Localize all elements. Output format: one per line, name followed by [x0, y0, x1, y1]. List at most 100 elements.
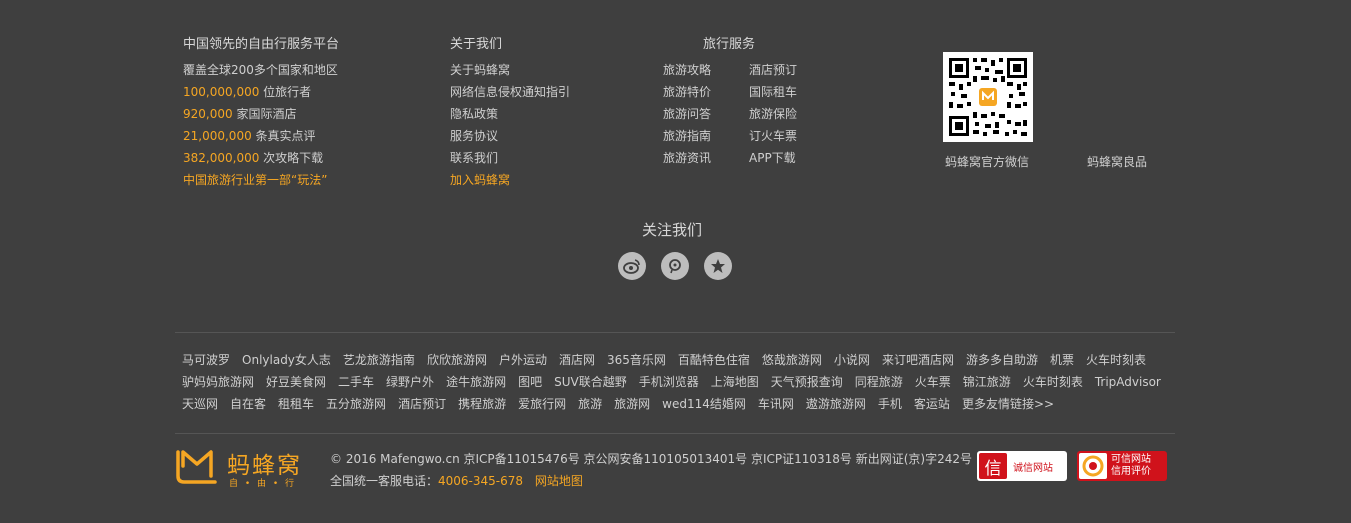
divider: [175, 433, 1175, 434]
friend-link[interactable]: 户外运动: [499, 353, 547, 367]
friend-link[interactable]: 客运站: [914, 397, 950, 411]
friend-link[interactable]: 遨游旅游网: [806, 397, 866, 411]
stat-label: 位旅行者: [259, 85, 312, 99]
friend-link[interactable]: 酒店网: [559, 353, 595, 367]
friend-link[interactable]: wed114结婚网: [662, 397, 746, 411]
stat-number: 21,000,000: [183, 129, 252, 143]
mafengwo-logo[interactable]: 蚂蜂窝 自 • 由 • 行: [175, 446, 320, 489]
friend-link[interactable]: 图吧: [518, 375, 542, 389]
friend-link[interactable]: 锦江旅游: [963, 375, 1011, 389]
brand-tagline: 自 • 由 • 行: [229, 479, 297, 489]
gameplay-link[interactable]: 中国旅游行业第一部“玩法”: [183, 169, 338, 191]
kexin-line1: 可信网站: [1111, 454, 1151, 465]
friend-link[interactable]: 绿野户外: [386, 375, 434, 389]
friend-link[interactable]: 艺龙旅游指南: [343, 353, 415, 367]
copyright-text: © 2016 Mafengwo.cn 京ICP备11015476号 京公网安备1…: [330, 452, 973, 466]
brand-name: 蚂蜂窝: [227, 453, 302, 479]
friend-link[interactable]: 携程旅游: [458, 397, 506, 411]
friend-link[interactable]: SUV联合越野: [554, 375, 627, 389]
friend-link[interactable]: 来订吧酒店网: [882, 353, 954, 367]
friend-link[interactable]: 火车票: [915, 375, 951, 389]
friend-links-row: 马可波罗 Onlylady女人志 艺龙旅游指南 欣欣旅游网 户外运动 酒店网 365音乐网百…: [182, 349, 1172, 371]
stats-list: 覆盖全球200多个国家和地区 100,000,000 位旅行者 920,000 …: [183, 59, 338, 191]
about-mafengwo-link[interactable]: 关于蚂蜂窝: [450, 59, 570, 81]
service-agreement-link[interactable]: 服务协议: [450, 125, 570, 147]
friend-link[interactable]: 悠哉旅游网: [762, 353, 822, 367]
friend-links: 马可波罗 Onlylady女人志 艺龙旅游指南 欣欣旅游网 户外运动 酒店网 365音乐网百…: [182, 349, 1172, 415]
friend-link[interactable]: 火车时刻表: [1086, 353, 1146, 367]
hotel-booking-link[interactable]: 酒店预订: [749, 59, 829, 81]
friend-link[interactable]: 手机浏览器: [639, 375, 699, 389]
sitemap-link[interactable]: 网站地图: [535, 474, 583, 488]
services-links: 旅游攻略 酒店预订 旅游特价 国际租车 旅游问答 旅游保险 旅游指南 订火车票 …: [663, 59, 829, 169]
services-title: 旅行服务: [703, 37, 756, 52]
friend-link[interactable]: 二手车: [338, 375, 374, 389]
friend-link[interactable]: 五分旅游网: [326, 397, 386, 411]
friend-link[interactable]: 机票: [1050, 353, 1074, 367]
friend-link[interactable]: 好豆美食网: [266, 375, 326, 389]
friend-link[interactable]: 驴妈妈旅游网: [182, 375, 254, 389]
friend-link[interactable]: 天巡网: [182, 397, 218, 411]
weibo-icon[interactable]: [618, 252, 646, 280]
stat-number: 100,000,000: [183, 85, 260, 99]
friend-link[interactable]: 旅游: [578, 397, 602, 411]
friend-link[interactable]: 365音乐网: [607, 353, 666, 367]
stat-number: 382,000,000: [183, 151, 260, 165]
friend-link[interactable]: 自在客: [230, 397, 266, 411]
divider: [175, 332, 1175, 333]
friend-link[interactable]: 百酷特色住宿: [678, 353, 750, 367]
friend-link[interactable]: 更多友情链接>>: [962, 397, 1054, 411]
friend-link[interactable]: TripAdvisor: [1095, 375, 1161, 389]
friend-link[interactable]: 上海地图: [711, 375, 759, 389]
travel-deals-link[interactable]: 旅游特价: [663, 81, 749, 103]
stat-hotels: 920,000 家国际酒店: [183, 103, 338, 125]
stat-travelers: 100,000,000 位旅行者: [183, 81, 338, 103]
travel-guide-link[interactable]: 旅游攻略: [663, 59, 749, 81]
wechat-qr-code: [943, 52, 1033, 142]
friend-link[interactable]: 爱旅行网: [518, 397, 566, 411]
stat-label: 家国际酒店: [232, 107, 297, 121]
chengxin-badge[interactable]: 信 诚信网站: [977, 451, 1067, 481]
shop-link[interactable]: 蚂蜂窝良品: [1087, 153, 1147, 170]
join-us-link[interactable]: 加入蚂蜂窝: [450, 169, 570, 191]
infringement-notice-link[interactable]: 网络信息侵权通知指引: [450, 81, 570, 103]
friend-link[interactable]: Onlylady女人志: [242, 353, 331, 367]
friend-link[interactable]: 途牛旅游网: [446, 375, 506, 389]
qr-code-icon: [943, 52, 1033, 142]
friend-link[interactable]: 游多多自助游: [966, 353, 1038, 367]
friend-link[interactable]: 天气预报查询: [771, 375, 843, 389]
friend-link[interactable]: 小说网: [834, 353, 870, 367]
friend-link[interactable]: 火车时刻表: [1023, 375, 1083, 389]
privacy-policy-link[interactable]: 隐私政策: [450, 103, 570, 125]
logo-icon: [176, 450, 217, 484]
travel-qa-link[interactable]: 旅游问答: [663, 103, 749, 125]
friend-link[interactable]: 马可波罗: [182, 353, 230, 367]
hotline-line: 全国统一客服电话：4006-345-678 网站地图: [330, 472, 583, 489]
star-icon[interactable]: [704, 252, 732, 280]
travel-insurance-link[interactable]: 旅游保险: [749, 103, 829, 125]
qq-icon[interactable]: [661, 252, 689, 280]
stat-downloads: 382,000,000 次攻略下载: [183, 147, 338, 169]
friend-link[interactable]: 欣欣旅游网: [427, 353, 487, 367]
platform-title: 中国领先的自由行服务平台: [183, 37, 340, 52]
friend-link[interactable]: 旅游网: [614, 397, 650, 411]
friend-link[interactable]: 租租车: [278, 397, 314, 411]
friend-link[interactable]: 同程旅游: [855, 375, 903, 389]
car-rental-link[interactable]: 国际租车: [749, 81, 829, 103]
friend-link[interactable]: 酒店预订: [398, 397, 446, 411]
stat-label: 条真实点评: [251, 129, 316, 143]
contact-us-link[interactable]: 联系我们: [450, 147, 570, 169]
friend-link[interactable]: 手机: [878, 397, 902, 411]
train-ticket-link[interactable]: 订火车票: [749, 125, 829, 147]
friend-link[interactable]: 车讯网: [758, 397, 794, 411]
hotline-number: 4006-345-678: [438, 474, 524, 488]
travel-tips-link[interactable]: 旅游指南: [663, 125, 749, 147]
kexin-line2: 信用评价: [1111, 466, 1151, 477]
hotline-label: 全国统一客服电话：: [330, 474, 439, 488]
about-links: 关于蚂蜂窝 网络信息侵权通知指引 隐私政策 服务协议 联系我们 加入蚂蜂窝: [450, 59, 570, 191]
kexin-badge[interactable]: 可信网站 信用评价: [1077, 451, 1167, 481]
travel-news-link[interactable]: 旅游资讯: [663, 147, 749, 169]
xin-icon: 信: [979, 453, 1007, 479]
kexin-icon: [1079, 453, 1107, 479]
app-download-link[interactable]: APP下载: [749, 147, 829, 169]
